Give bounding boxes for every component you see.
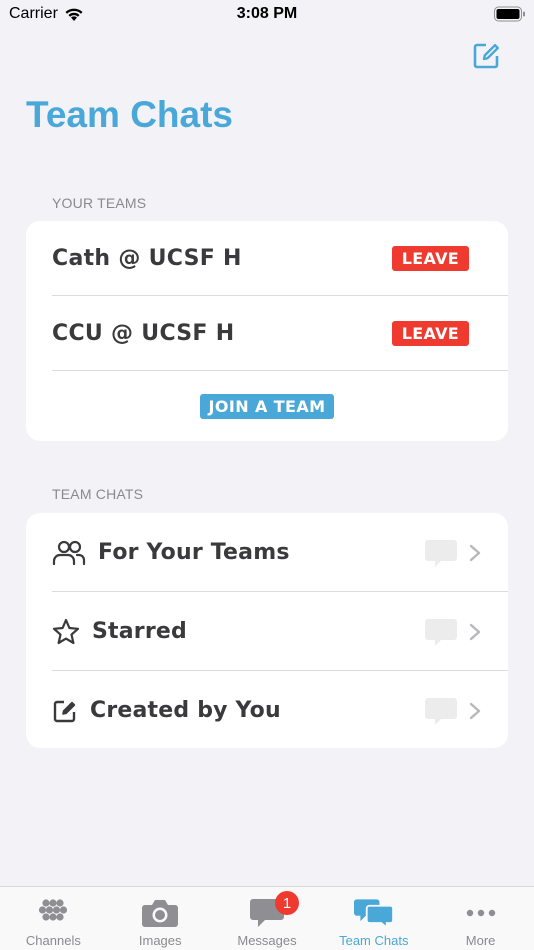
team-name: Cath @ UCSF H [52, 246, 242, 271]
team-row: Cath @ UCSF H LEAVE [26, 221, 508, 296]
chat-row-label: Starred [92, 619, 187, 644]
leave-button[interactable]: LEAVE [391, 246, 469, 271]
tab-label: Channels [25, 933, 81, 948]
compose-icon [52, 694, 78, 728]
unread-badge: 1 [274, 891, 299, 915]
chat-row-label: Created by You [90, 698, 281, 723]
tab-label: Messages [237, 933, 297, 948]
chat-row-for-your-teams[interactable]: For Your Teams [26, 513, 508, 592]
compose-button[interactable] [470, 40, 502, 72]
tab-messages[interactable]: 1 Messages [214, 887, 321, 950]
tab-label: More [465, 933, 496, 948]
compose-icon [473, 43, 499, 69]
tab-more[interactable]: More [427, 887, 534, 950]
star-icon [52, 615, 80, 649]
channels-icon [33, 895, 73, 931]
tab-bar: Channels Images 1 Messages Team Chats Mo… [0, 886, 534, 950]
more-icon [461, 895, 501, 931]
tab-label: Team Chats [339, 933, 409, 948]
chat-row-label: For Your Teams [98, 540, 290, 565]
team-row: CCU @ UCSF H LEAVE [26, 296, 508, 371]
chevron-right-icon [469, 702, 481, 719]
team-chats-card: For Your Teams Starred Created by You [26, 513, 508, 748]
chat-bubble-icon [425, 618, 457, 646]
people-icon [52, 536, 86, 570]
team-chats-header: TEAM CHATS [52, 486, 144, 502]
team-chats-icon [353, 895, 394, 931]
tab-channels[interactable]: Channels [0, 887, 107, 950]
chevron-right-icon [469, 623, 481, 640]
join-row: JOIN A TEAM [26, 371, 508, 441]
chat-bubble-icon [425, 697, 457, 725]
leave-button[interactable]: LEAVE [391, 321, 469, 346]
your-teams-card: Cath @ UCSF H LEAVE CCU @ UCSF H LEAVE J… [26, 221, 508, 441]
chat-row-starred[interactable]: Starred [26, 592, 508, 671]
status-time: 3:08 PM [236, 5, 298, 22]
chevron-right-icon [469, 544, 481, 561]
team-name: CCU @ UCSF H [52, 321, 235, 346]
page-title: Team Chats [26, 94, 233, 135]
camera-icon [140, 895, 180, 931]
battery-icon [494, 6, 525, 22]
chat-bubble-icon [425, 539, 457, 567]
your-teams-header: YOUR TEAMS [52, 195, 147, 211]
tab-team-chats[interactable]: Team Chats [320, 887, 427, 950]
chat-row-created-by-you[interactable]: Created by You [26, 671, 508, 748]
join-team-button[interactable]: JOIN A TEAM [199, 393, 335, 419]
tab-images[interactable]: Images [107, 887, 214, 950]
status-bar: Carrier 3:08 PM [0, 0, 534, 30]
tab-label: Images [138, 933, 182, 948]
